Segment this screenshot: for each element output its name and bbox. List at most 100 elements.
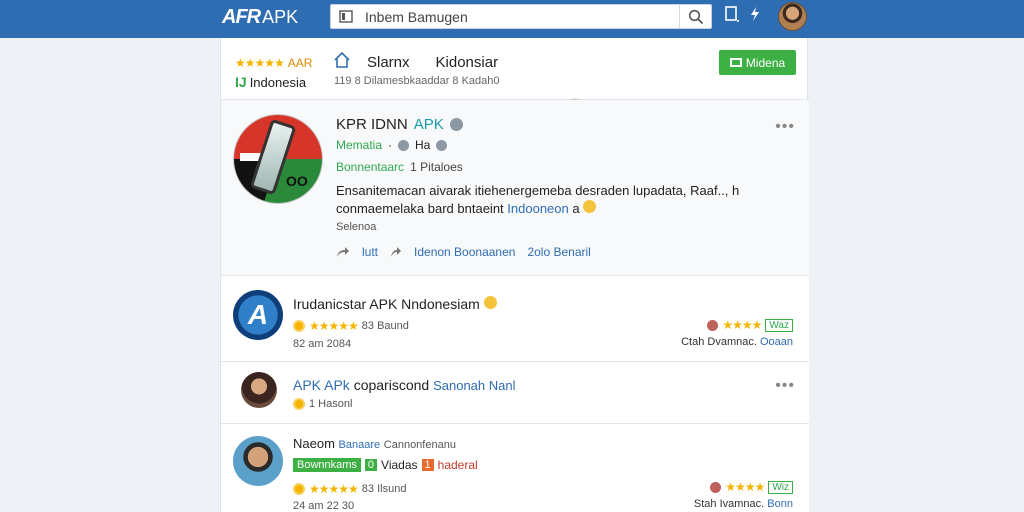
midena-button[interactable]: Midena	[719, 50, 796, 75]
user-avatar[interactable]	[778, 2, 807, 31]
item-time: 24 am 22 30	[293, 500, 355, 512]
badge-label: Viadas	[381, 458, 418, 472]
app-card: OO KPR IDNN APK ••• Mematia · Ha Bonnent…	[221, 100, 809, 276]
right-sub: Stah Ivamnac. Bonn	[694, 498, 793, 510]
site-logo[interactable]: AFR APK	[222, 5, 298, 29]
app-icon[interactable]: OO	[233, 114, 323, 204]
tab-slarnx[interactable]: Slarnx	[367, 54, 410, 71]
share-icon[interactable]	[336, 246, 350, 258]
app-title-main: KPR IDNN	[336, 116, 408, 133]
action-lutt[interactable]: lutt	[362, 245, 378, 259]
coin-icon	[293, 320, 305, 332]
list-item[interactable]: APK APk copariscond Sanonah Nanl 1 Hason…	[221, 362, 809, 424]
orange-badge-text: haderal	[437, 458, 478, 472]
app-title-accent: APK	[413, 116, 444, 133]
more-options-icon[interactable]: •••	[775, 118, 795, 136]
desc-subtitle: Selenoa	[336, 221, 377, 233]
search-box	[330, 4, 712, 29]
star-rating: ★★★★★	[309, 319, 359, 333]
item-count: 1 Hasonl	[309, 398, 353, 410]
search-icon	[688, 9, 703, 24]
list-item[interactable]: Naeom Banaare Cannonfenanu Bownnkams 0 V…	[221, 424, 809, 512]
rating-tag: Wiz	[768, 480, 793, 494]
icon-mark: OO	[286, 173, 308, 189]
desc-line-2: conmaemelaka bard bntaeint Indooneon a	[336, 200, 776, 218]
item-time: 82 am 2084	[293, 338, 352, 350]
nav-subtitle: 119 8 Dilamesbkaaddar 8 Kadah0	[334, 75, 500, 87]
item-title-link[interactable]: Banaare	[339, 439, 381, 451]
desc-tail: a	[572, 201, 580, 216]
item-title: Irudanicstar APK Nndonesiam	[293, 296, 497, 312]
home-icon[interactable]	[333, 51, 351, 69]
nav-tabs: Slarnx Kidonsiar	[367, 54, 498, 71]
desc-line-1: Ensanitemacan aivarak itiehenergemeba de…	[336, 183, 740, 198]
verified-icon	[449, 118, 463, 131]
link-icon	[436, 139, 448, 151]
right-stars: ★★★★	[725, 480, 765, 494]
item-meta: 1 Hasonl	[293, 398, 352, 410]
item-title-text: copariscond	[353, 377, 430, 393]
midena-button-label: Midena	[745, 55, 786, 70]
right-link[interactable]: Bonn	[767, 498, 793, 510]
smile-emoji-icon	[583, 200, 597, 213]
item-title-text: Naeom	[293, 436, 335, 451]
country-row: IJ Indonesia	[235, 74, 306, 90]
action-2olo[interactable]: 2olo Benaril	[527, 245, 590, 259]
more-options-icon[interactable]: •••	[775, 377, 795, 395]
meta-separator: ·	[388, 138, 393, 152]
app-logo-avatar: A	[233, 290, 283, 340]
feed-column: ★★★★★ AAR IJ Indonesia Slarnx Kidonsiar …	[220, 38, 809, 512]
small-badge: 0	[364, 459, 378, 471]
download-badge[interactable]: Bownnkams	[293, 458, 361, 472]
item-title-link[interactable]: APK APk	[293, 377, 350, 393]
app-status: Mematia	[336, 138, 383, 152]
right-stars: ★★★★	[722, 318, 762, 332]
item-title: Naeom Banaare Cannonfenanu	[293, 436, 456, 451]
document-icon	[339, 10, 353, 23]
star-rating: ★★★★★	[235, 56, 285, 70]
smile-emoji-icon	[483, 296, 497, 309]
search-input[interactable]	[365, 8, 675, 26]
item-title-sub: Cannonfenanu	[383, 439, 456, 451]
rating-count: 83 Baund	[361, 320, 409, 332]
list-item[interactable]: A Irudanicstar APK Nndonesiam ★★★★★ 83 B…	[221, 276, 809, 362]
right-link[interactable]: Ooaan	[760, 336, 793, 348]
right-rating: ★★★★ Waz	[707, 318, 793, 332]
rating-row: ★★★★★ AAR	[235, 56, 312, 70]
globe-icon	[398, 139, 410, 151]
orange-badge: 1	[421, 459, 434, 471]
tablet-icon[interactable]	[724, 6, 740, 22]
window-icon	[729, 58, 742, 67]
action-idenon[interactable]: Idenon Boonaanen	[414, 245, 515, 259]
country-label: Indonesia	[249, 74, 307, 90]
app-category: Bonnentaarc	[336, 160, 405, 174]
search-button[interactable]	[679, 5, 711, 28]
logo-text: APK	[262, 6, 299, 27]
app-line3: Bonnentaarc 1 Pitaloes	[336, 160, 463, 174]
avatar-mini-icon	[707, 319, 719, 331]
rating-count: 83 Ilsund	[361, 483, 407, 495]
app-title[interactable]: KPR IDNN APK	[336, 116, 463, 133]
user-avatar	[241, 372, 277, 408]
country-flag-icon: IJ	[235, 74, 247, 90]
top-icons	[724, 6, 760, 22]
top-bar: AFR APK	[0, 0, 1024, 38]
tab-kidonsiar[interactable]: Kidonsiar	[436, 54, 499, 71]
item-title-sub-link[interactable]: Sanonah Nanl	[433, 378, 515, 393]
logo-mark: AFR	[222, 5, 261, 28]
star-rating: ★★★★★	[309, 482, 359, 496]
item-badges: Bownnkams 0 Viadas 1 haderal	[293, 458, 478, 472]
meta-text: Ha	[415, 138, 431, 152]
right-sub: Ctah Dvamnac. Ooaan	[681, 336, 793, 348]
header-card: ★★★★★ AAR IJ Indonesia Slarnx Kidonsiar …	[221, 38, 809, 100]
brand-short: AAR	[287, 56, 313, 70]
lightning-icon[interactable]	[750, 7, 760, 21]
right-text: Stah Ivamnac.	[693, 498, 765, 510]
item-rating: ★★★★★ 83 Baund	[293, 319, 409, 333]
item-title-text: Irudanicstar APK Nndonesiam	[293, 296, 480, 312]
coin-icon	[293, 483, 305, 495]
desc-link[interactable]: Indooneon	[507, 201, 568, 216]
desc-text: conmaemelaka bard bntaeint	[336, 201, 504, 216]
share-icon[interactable]	[390, 246, 402, 258]
app-description: Ensanitemacan aivarak itiehenergemeba de…	[336, 182, 776, 218]
